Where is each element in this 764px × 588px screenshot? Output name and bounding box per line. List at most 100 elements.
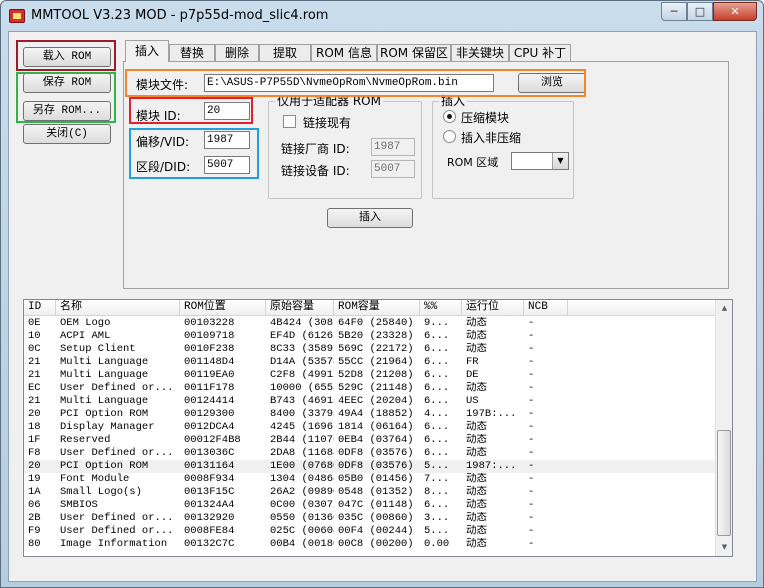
cell-name: Font Module (60, 473, 130, 485)
browse-button[interactable]: 浏览 (518, 73, 586, 93)
vid-input[interactable]: 1987 (204, 131, 250, 149)
column-header-run-location[interactable]: 运行位 (462, 300, 524, 316)
cell-ncb: - (528, 369, 535, 381)
cell-ncb: - (528, 330, 535, 342)
cell-run-location: DE (466, 369, 479, 381)
cell-id: 20 (28, 408, 41, 420)
uncompressed-label: 插入非压缩 (461, 131, 522, 145)
table-row[interactable]: 2B User Defined or... 00132920 0550 (01360)… (24, 512, 716, 525)
table-row[interactable]: 20 PCI Option ROM 00129300 8400 (33792) 49A4… (24, 408, 716, 421)
cell-rom-size: 05B0 (01456) (338, 473, 414, 485)
table-row[interactable]: 19 Font Module 0008F934 1304 (04868) 05B0 (0… (24, 473, 716, 486)
cell-id: 10 (28, 330, 41, 342)
cell-ncb: - (528, 421, 535, 433)
cell-percent: 6... (424, 395, 450, 407)
module-list[interactable]: ID 名称 ROM位置 原始容量 ROM容量%% 运行位 NCB 0E OEM Logo 001… (23, 299, 733, 557)
module-file-input[interactable]: E:\ASUS-P7P55D\NvmeOpRom\NvmeOpRom.bin (204, 74, 494, 92)
tab-replace[interactable]: 替换 (169, 44, 215, 62)
cell-rom-offset: 0010F238 (184, 343, 235, 355)
save-as-rom-button[interactable]: 另存 ROM... (23, 101, 111, 121)
cell-name: Multi Language (60, 369, 149, 381)
cell-original-size: C2F8 (49912) (270, 369, 334, 381)
module-id-input[interactable]: 20 (204, 102, 250, 120)
cell-original-size: D14A (53578) (270, 356, 334, 368)
cell-original-size: 0C00 (03072) (270, 499, 334, 511)
cell-ncb: - (528, 486, 535, 498)
table-row[interactable]: 21 Multi Language 00119EA0 C2F8 (49912) 52D8… (24, 369, 716, 382)
tab-extract[interactable]: 提取 (259, 44, 311, 62)
cell-rom-size: 64F0 (25840) (338, 317, 414, 329)
cell-name: Image Information (60, 538, 168, 550)
tab-insert[interactable]: 插入 (125, 40, 169, 62)
column-header-ncb[interactable]: NCB (524, 300, 568, 316)
cell-run-location: 动态 (466, 538, 487, 550)
cell-rom-size: 55CC (21964) (338, 356, 414, 368)
column-header-name[interactable]: 名称 (56, 300, 180, 316)
table-row[interactable]: 06 SMBIOS 001324A4 0C00 (03072) 047C (01148)… (24, 499, 716, 512)
cell-id: 80 (28, 538, 41, 550)
link-vendor-id-input[interactable]: 1987 (371, 138, 415, 156)
table-row[interactable]: F8 User Defined or... 0013036C 2DA8 (11688)… (24, 447, 716, 460)
table-row[interactable]: 10 ACPI AML 00109718 EF4D (61261) 5B20 (2332… (24, 330, 716, 343)
tab-rom-info[interactable]: ROM 信息 (311, 44, 377, 62)
table-row[interactable]: F9 User Defined or... 0008FE84 025C (00604)… (24, 525, 716, 538)
scroll-up-icon[interactable]: ▲ (716, 300, 732, 317)
compressed-radio[interactable] (443, 110, 456, 123)
did-input[interactable]: 5007 (204, 156, 250, 174)
minimize-button[interactable]: ─ (661, 2, 687, 21)
table-row[interactable]: 21 Multi Language 00124414 B743 (46915) 4EEC… (24, 395, 716, 408)
cell-rom-offset: 001324A4 (184, 499, 235, 511)
uncompressed-radio[interactable] (443, 130, 456, 143)
table-row[interactable]: 0E OEM Logo 00103228 4B424 (308... 64F0 (258… (24, 317, 716, 330)
cell-run-location: 动态 (466, 512, 487, 524)
tab-cpu-patch[interactable]: CPU 补丁 (509, 44, 571, 62)
scroll-down-icon[interactable]: ▼ (716, 539, 732, 556)
table-row[interactable]: 20 PCI Option ROM 00131164 1E00 (07680) 0DF8… (24, 460, 716, 473)
cell-rom-offset: 00103228 (184, 317, 235, 329)
close-window-button[interactable]: ✕ (713, 2, 757, 21)
cell-rom-offset: 0008F934 (184, 473, 235, 485)
table-row[interactable]: 1A Small Logo(s) 0013F15C 26A2 (09890) 0548 … (24, 486, 716, 499)
column-header-percent[interactable]: %% (420, 300, 462, 316)
did-label: 区段/DID: (136, 160, 191, 174)
load-rom-button[interactable]: 载入 ROM (23, 47, 111, 67)
cell-run-location: 动态 (466, 343, 487, 355)
cell-name: Multi Language (60, 395, 149, 407)
adapter-rom-group-title: 仅用于适配器 ROM (275, 94, 383, 108)
cell-id: F8 (28, 447, 41, 459)
column-header-id[interactable]: ID (24, 300, 56, 316)
table-row[interactable]: 80 Image Information 00132C7C 00B4 (00180) 0… (24, 538, 716, 551)
tab-non-critical[interactable]: 非关键块 (451, 44, 509, 62)
rom-area-select[interactable]: ▼ (511, 152, 569, 170)
maximize-button[interactable]: □ (687, 2, 713, 21)
table-row[interactable]: 21 Multi Language 001148D4 D14A (53578) 55CC… (24, 356, 716, 369)
scrollbar-thumb[interactable] (717, 430, 731, 536)
cell-rom-size: 0DF8 (03576) (338, 447, 414, 459)
save-rom-button[interactable]: 保存 ROM (23, 73, 111, 93)
cell-rom-offset: 0013F15C (184, 486, 235, 498)
cell-run-location: 1987:... (466, 460, 517, 472)
table-row[interactable]: 18 Display Manager 0012DCA4 4245 (16965) 181… (24, 421, 716, 434)
cell-rom-size: 0DF8 (03576) (338, 460, 414, 472)
tab-delete[interactable]: 删除 (215, 44, 259, 62)
column-header-rom-offset[interactable]: ROM位置 (180, 300, 266, 316)
module-list-body: 0E OEM Logo 00103228 4B424 (308... 64F0 (258… (24, 317, 716, 551)
title-bar[interactable]: MMTOOL V3.23 MOD - p7p55d-mod_slic4.rom … (1, 1, 763, 31)
link-device-id-input[interactable]: 5007 (371, 160, 415, 178)
cell-name: PCI Option ROM (60, 460, 149, 472)
vertical-scrollbar[interactable]: ▲ ▼ (715, 300, 732, 556)
table-row[interactable]: 1F Reserved 00012F4B8 2B44 (11076) 0EB4 (037… (24, 434, 716, 447)
link-existing-checkbox[interactable] (283, 115, 296, 128)
link-device-id-label: 链接设备 ID: (281, 164, 350, 178)
column-header-rom-size[interactable]: ROM容量 (334, 300, 420, 316)
cell-percent: 6... (424, 330, 450, 342)
table-row[interactable]: 0C Setup Client 0010F238 8C33 (35891) 569C (… (24, 343, 716, 356)
cell-id: 21 (28, 356, 41, 368)
close-button[interactable]: 关闭(C) (23, 124, 111, 144)
cell-ncb: - (528, 525, 535, 537)
tab-rom-reserved[interactable]: ROM 保留区 (377, 44, 451, 62)
insert-button[interactable]: 插入 (327, 208, 413, 228)
cell-id: 0E (28, 317, 41, 329)
column-header-original-size[interactable]: 原始容量 (266, 300, 334, 316)
table-row[interactable]: EC User Defined or... 0011F178 10000 (65536… (24, 382, 716, 395)
